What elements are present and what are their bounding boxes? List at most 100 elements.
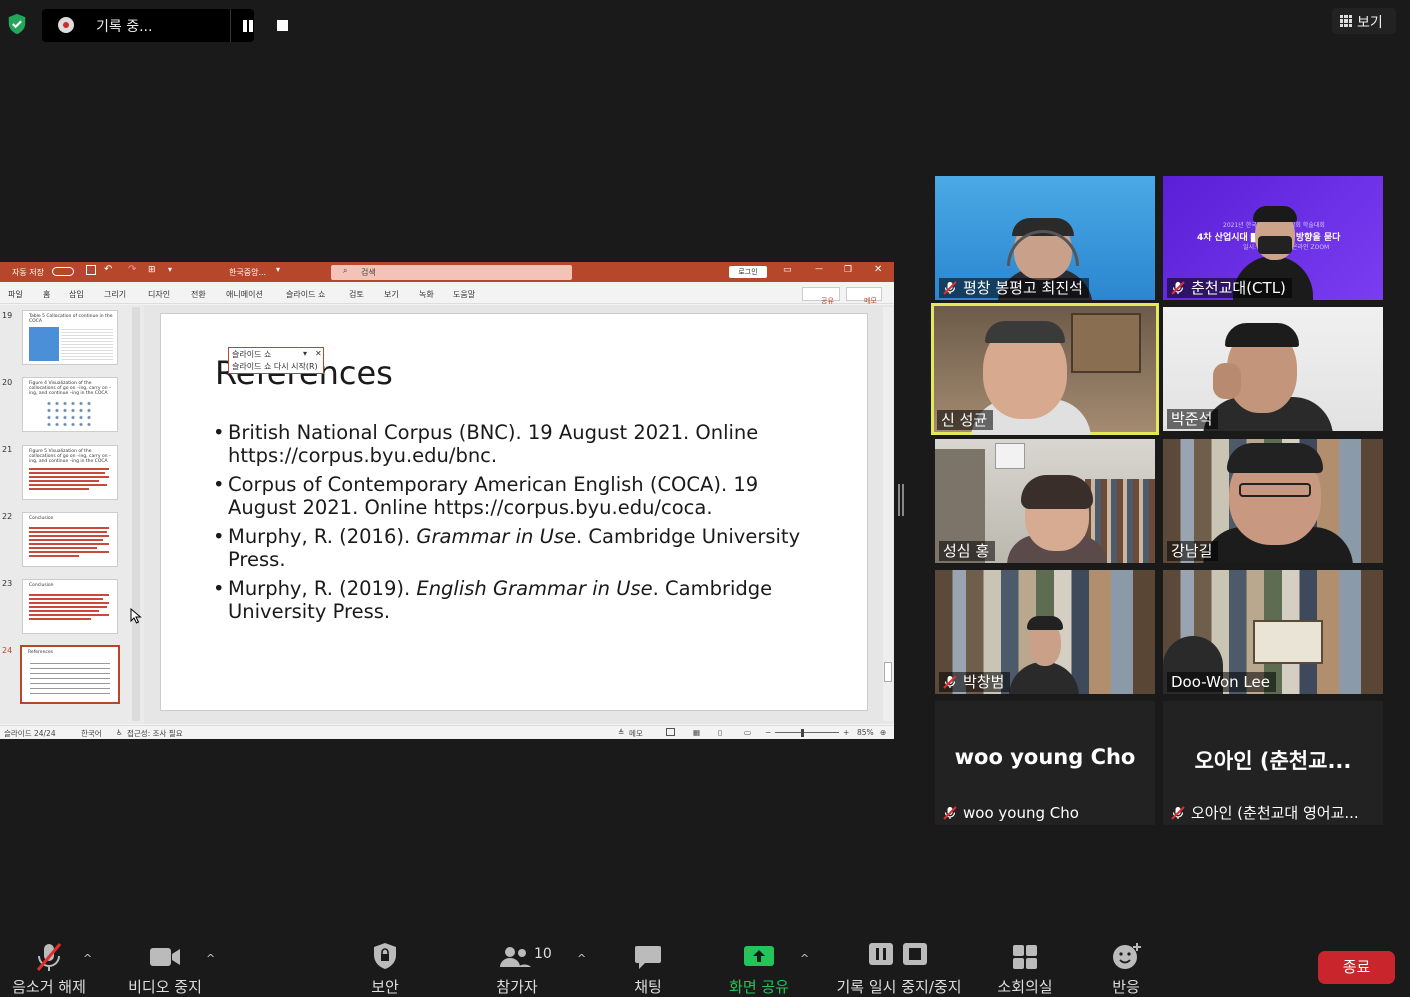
slide-thumbnail-19[interactable]: Table 5 Collocation of continue in the C… <box>22 310 118 365</box>
mouse-cursor-icon <box>130 608 142 624</box>
participants-options-icon[interactable]: ^ <box>577 952 587 965</box>
tab-file[interactable]: 파일 <box>8 289 23 300</box>
undo-icon[interactable]: ↶ <box>104 264 112 275</box>
document-name[interactable]: 한국중앙... <box>229 267 266 278</box>
reading-view-icon[interactable]: ▯ <box>718 728 722 737</box>
participant-tile-9[interactable]: woo young Cho woo young Cho <box>935 701 1155 825</box>
sorter-view-icon[interactable]: ▦ <box>693 728 700 737</box>
slide-thumbnail-24[interactable]: References <box>20 645 120 704</box>
zoom-out-icon[interactable]: − <box>765 728 771 737</box>
share-screen-icon <box>744 946 774 966</box>
participant-tile-8[interactable]: Doo-Won Lee <box>1163 570 1383 694</box>
notes-button[interactable]: 메모 <box>629 728 643 739</box>
tab-help[interactable]: 도움말 <box>453 289 475 300</box>
restart-slideshow-item[interactable]: 슬라이드 쇼 다시 시작(R) <box>232 361 318 372</box>
customize-icon[interactable]: ▾ <box>168 265 172 274</box>
panel-resize-handle[interactable] <box>898 484 904 516</box>
recording-label: 기록 중... <box>96 19 153 35</box>
video-options-icon[interactable]: ^ <box>206 952 216 965</box>
save-icon[interactable] <box>86 265 96 275</box>
slide-thumbnail-20[interactable]: Figure 4 Visualization of the collocatio… <box>22 377 118 432</box>
mic-muted-icon <box>36 943 62 971</box>
shield-check-icon[interactable] <box>6 13 28 35</box>
thumbnail-scrollbar[interactable] <box>132 307 140 721</box>
zoom-slider[interactable] <box>775 732 839 733</box>
redo-icon[interactable]: ↷ <box>128 264 136 275</box>
stop-icon <box>903 943 927 965</box>
audio-options-icon[interactable]: ^ <box>83 952 93 965</box>
accessibility-status[interactable]: 접근성: 조사 필요 <box>127 728 183 739</box>
slide-thumbnail-23[interactable]: Conclusion <box>22 579 118 634</box>
share-screen-button[interactable]: 화면 공유 <box>720 932 798 996</box>
slide-thumbnail-22[interactable]: Conclusion <box>22 512 118 567</box>
tab-record[interactable]: 녹화 <box>419 289 434 300</box>
participant-tile-10[interactable]: 오아인 (춘천교... 오아인 (춘천교대 영어교... <box>1163 701 1383 825</box>
login-button[interactable]: 로그인 <box>729 266 767 278</box>
normal-view-icon[interactable] <box>666 728 675 736</box>
participant-tile-4[interactable]: 박준석 <box>1163 307 1383 431</box>
share-options-icon[interactable]: ^ <box>800 952 810 965</box>
participant-name: 박준석 <box>1167 409 1219 429</box>
participants-button[interactable]: 10 참가자 <box>488 932 552 996</box>
participant-tile-7[interactable]: 박창범 <box>935 570 1155 694</box>
unmute-button[interactable]: 음소거 해제 <box>8 932 90 996</box>
minimize-icon[interactable]: — <box>815 264 823 273</box>
tab-insert[interactable]: 삽입 <box>69 289 84 300</box>
doc-dropdown-icon[interactable]: ▾ <box>276 265 280 274</box>
record-pause-stop-button[interactable]: 기록 일시 중지/중지 <box>832 932 966 996</box>
participant-tile-2[interactable]: 2021년 한국중앙영어영문학회 학술대회 4차 산업시대 ▇▇ 연구의 방향을… <box>1163 176 1383 300</box>
tab-home[interactable]: 홈 <box>43 289 50 300</box>
pause-recording-icon[interactable] <box>242 20 254 32</box>
fit-slide-icon[interactable]: ⊕ <box>880 728 886 737</box>
popup-dropdown-icon[interactable]: ▾ <box>303 349 307 358</box>
slideshow-popup[interactable]: 슬라이드 쇼 ▾ ✕ 슬라이드 쇼 다시 시작(R) <box>228 347 324 374</box>
reference-item: • Murphy, R. (2019). English Grammar in U… <box>213 577 773 623</box>
zoom-slider-thumb[interactable] <box>801 729 804 737</box>
tab-slideshow[interactable]: 슬라이드 쇼 <box>286 289 325 300</box>
breakout-rooms-button[interactable]: 소회의실 <box>994 932 1056 996</box>
tab-animations[interactable]: 애니메이션 <box>226 289 263 300</box>
participant-tile-6[interactable]: 강남길 <box>1163 439 1383 563</box>
stop-video-button[interactable]: 비디오 중지 <box>124 932 206 996</box>
slide-thumbnail-pane[interactable]: 19 Table 5 Collocation of continue in th… <box>0 305 144 724</box>
language-label[interactable]: 한국어 <box>81 728 102 739</box>
zoom-level[interactable]: 85% <box>857 728 874 737</box>
ppt-memo-button[interactable]: 메모 <box>846 287 882 305</box>
ppt-share-button[interactable]: 공유 <box>802 287 840 305</box>
reactions-button[interactable]: 반응 <box>1104 932 1148 996</box>
slideshow-popup-title: 슬라이드 쇼 <box>232 350 272 359</box>
record-icon <box>58 17 74 33</box>
ribbon-display-icon[interactable]: ▭ <box>783 265 792 275</box>
autosave-toggle[interactable] <box>52 267 74 276</box>
security-button[interactable]: 보안 <box>360 932 410 996</box>
maximize-icon[interactable]: ❐ <box>844 265 852 275</box>
slide-scrollbar[interactable] <box>883 307 893 721</box>
search-icon: ⌕ <box>343 266 348 275</box>
stop-recording-icon[interactable] <box>277 20 288 31</box>
view-button[interactable]: 보기 <box>1332 8 1396 34</box>
participant-tile-5[interactable]: 성심 홍 <box>935 439 1155 563</box>
end-meeting-button[interactable]: 종료 <box>1318 951 1395 984</box>
slideshow-view-icon[interactable]: ▭ <box>744 728 751 737</box>
tab-review[interactable]: 검토 <box>349 289 364 300</box>
tab-draw[interactable]: 그리기 <box>104 289 126 300</box>
close-icon[interactable]: ✕ <box>874 264 882 275</box>
popup-close-icon[interactable]: ✕ <box>315 349 322 358</box>
breakout-rooms-icon <box>1013 945 1037 969</box>
participant-display-name: woo young Cho <box>954 745 1136 769</box>
tab-transitions[interactable]: 전환 <box>191 289 206 300</box>
reference-item: • British National Corpus (BNC). 19 Augus… <box>213 421 759 467</box>
mic-muted-icon <box>943 281 957 295</box>
zoom-in-icon[interactable]: + <box>843 728 849 737</box>
participant-tile-3[interactable]: 신 성균 <box>931 303 1159 435</box>
present-icon[interactable]: ⊞ <box>148 265 156 275</box>
participant-name: woo young Cho <box>939 803 1085 823</box>
ppt-status-bar: 슬라이드 24/24 한국어 ♿ 접근성: 조사 필요 ≜ 메모 ▦ ▯ ▭ −… <box>0 725 894 739</box>
participant-tile-1[interactable]: 평창 봉평고 최진석 <box>935 176 1155 300</box>
autosave-label: 자동 저장 <box>12 268 44 277</box>
tab-design[interactable]: 디자인 <box>148 289 170 300</box>
tab-view[interactable]: 보기 <box>384 289 399 300</box>
slide-thumbnail-21[interactable]: Figure 5 Visualization of the collocatio… <box>22 445 118 500</box>
ppt-search-box[interactable]: ⌕ 검색 <box>331 265 572 280</box>
chat-button[interactable]: 채팅 <box>624 932 672 996</box>
